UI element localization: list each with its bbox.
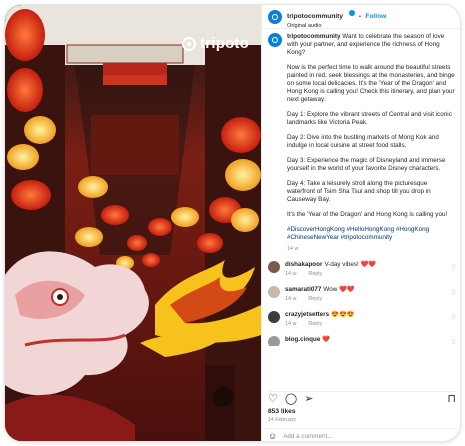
commenter-avatar[interactable] (268, 311, 280, 323)
caption-day2: Day 2: Dive into the bustling markets of… (287, 134, 439, 149)
caption-time: 14 w (287, 246, 299, 252)
action-bar: ♡ ◯ ➢ ⊓ (268, 391, 456, 405)
caption-block: tripotocommunity Want to celebrate the s… (268, 33, 456, 261)
comment-text: Wow ❤️❤️ (323, 286, 355, 293)
caption-day3: Day 3: Experience the magic of Disneylan… (287, 157, 446, 172)
commenter-username[interactable]: samarati077 (285, 286, 321, 293)
post-details-panel: tripotocommunity • Follow Original audio… (261, 5, 460, 441)
emoji-icon[interactable]: ☺ (268, 431, 277, 441)
post-header: tripotocommunity • Follow Original audio (262, 5, 460, 29)
add-comment-bar: ☺ (262, 428, 460, 441)
bookmark-icon[interactable]: ⊓ (447, 394, 456, 405)
comment-body: crazyjetsetters 😍😍😍 14 w Reply (285, 311, 456, 328)
comment-body: dishakapoor V-day vibes! ❤️❤️ 14 w Reply (285, 261, 456, 278)
verified-badge-icon (348, 10, 355, 17)
brand-name: tripoto (200, 35, 249, 52)
commenter-username[interactable]: crazyjetsetters (285, 311, 329, 318)
post-date: 14 February (268, 417, 296, 423)
comment-body: blog.cinque❤️ 14 wReply (285, 336, 456, 346)
comment-time: 14 w (285, 271, 297, 277)
account-avatar[interactable] (268, 9, 282, 24)
heart-icon[interactable]: ♡ (268, 394, 278, 405)
instagram-post-card: tripoto tripotocommunity • Follow Origin… (4, 4, 461, 442)
comment-time: 14 w (285, 321, 297, 327)
comment-heart-icon[interactable]: ♡ (451, 264, 456, 271)
comment-meta: 14 wReply (285, 345, 456, 346)
commenter-avatar[interactable] (268, 286, 280, 298)
comment-list: dishakapoor V-day vibes! ❤️❤️ 14 w Reply ♡ sa… (268, 261, 456, 346)
share-icon[interactable]: ➢ (304, 394, 313, 405)
lantern-street-illustration (5, 5, 261, 441)
comment-icon[interactable]: ◯ (285, 394, 297, 405)
caption-day1: Day 1: Explore the vibrant streets of Ce… (287, 111, 452, 126)
header-username[interactable]: tripotocommunity (287, 13, 343, 20)
caption-hashtags[interactable]: #DiscoverHongKong #HelloHongKong #HongKo… (287, 226, 456, 242)
commenter-username[interactable]: blog.cinque (285, 336, 320, 343)
comment-text: 😍😍😍 (331, 311, 355, 318)
comment-input[interactable] (283, 432, 456, 440)
comment-heart-icon[interactable]: ♡ (451, 314, 456, 321)
comment-body: samarati077 Wow ❤️❤️ 14 w Reply (285, 286, 456, 303)
follow-separator: • (358, 13, 361, 20)
comment-meta: 14 w Reply (285, 270, 456, 278)
caption-paragraph: Now is the perfect time to walk around t… (287, 64, 455, 103)
comment-heart-icon[interactable]: ♡ (451, 339, 456, 346)
comment-text: ❤️ (322, 336, 331, 343)
audio-label[interactable]: Original audio (287, 23, 386, 29)
comment-heart-icon[interactable]: ♡ (451, 289, 456, 296)
caption-username[interactable]: tripotocommunity (287, 33, 341, 40)
caption-day4: Day 4: Take a leisurely stroll along the… (287, 180, 431, 203)
commenter-avatar[interactable] (268, 336, 280, 346)
comment-text: V-day vibes! ❤️❤️ (324, 261, 377, 268)
comment-time: 14 w (285, 296, 297, 302)
tripoto-logo-icon (182, 36, 197, 51)
comment-item: blog.cinque❤️ 14 wReply♡ (268, 336, 456, 346)
reply-button[interactable]: Reply (308, 296, 322, 302)
caption-text: tripotocommunity Want to celebrate the s… (287, 33, 456, 261)
caption-avatar[interactable] (268, 33, 282, 47)
caption-closing: It's the 'Year of the Dragon' and Hong K… (287, 211, 448, 218)
follow-button[interactable]: Follow (365, 13, 386, 20)
likes-count[interactable]: 853 likes (268, 408, 296, 415)
comment-meta: 14 w Reply (285, 295, 456, 303)
reply-button[interactable]: Reply (308, 271, 322, 277)
reply-button[interactable]: Reply (308, 321, 322, 327)
comment-item: dishakapoor V-day vibes! ❤️❤️ 14 w Reply ♡ (268, 261, 456, 278)
commenter-avatar[interactable] (268, 261, 280, 273)
comment-item: crazyjetsetters 😍😍😍 14 w Reply ♡ (268, 311, 456, 328)
commenter-username[interactable]: dishakapoor (285, 261, 322, 268)
header-text: tripotocommunity • Follow Original audio (287, 5, 386, 29)
brand-watermark: tripoto (182, 35, 249, 52)
post-media[interactable]: tripoto (5, 5, 261, 441)
comments-scroll-area[interactable]: tripotocommunity Want to celebrate the s… (262, 33, 460, 346)
comment-item: samarati077 Wow ❤️❤️ 14 w Reply ♡ (268, 286, 456, 303)
comment-meta: 14 w Reply (285, 320, 456, 328)
